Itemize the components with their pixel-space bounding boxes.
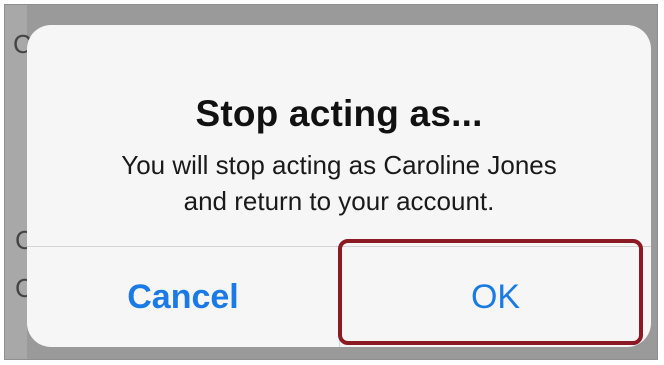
cancel-button[interactable]: Cancel xyxy=(27,247,339,347)
screenshot-frame: C C C Stop acting as... You will stop ac… xyxy=(4,4,658,360)
stop-acting-dialog: Stop acting as... You will stop acting a… xyxy=(27,25,651,347)
dialog-message: You will stop acting as Caroline Jones a… xyxy=(27,147,651,219)
dialog-message-line: You will stop acting as Caroline Jones xyxy=(121,150,557,180)
dialog-title: Stop acting as... xyxy=(195,93,483,134)
dialog-message-line: and return to your account. xyxy=(183,186,495,216)
ok-button[interactable]: OK xyxy=(340,247,651,347)
